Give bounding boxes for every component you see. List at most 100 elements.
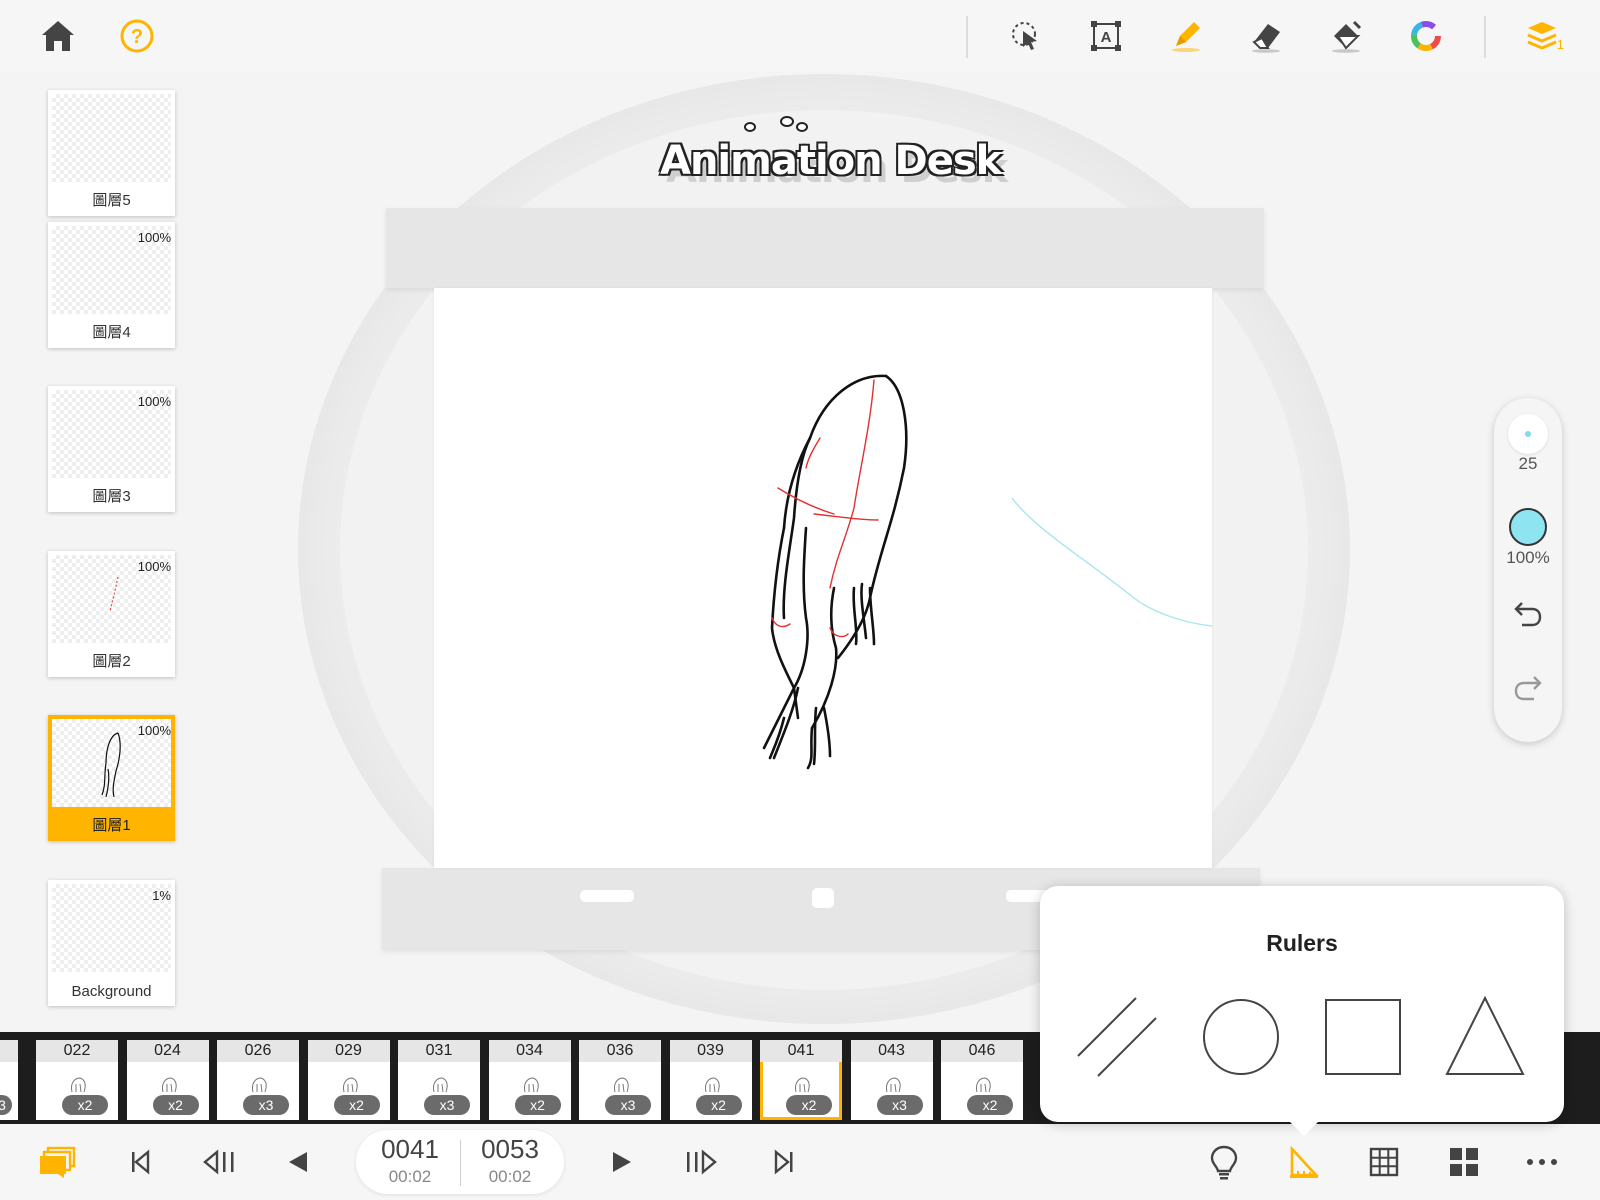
svg-text:A: A <box>1101 29 1112 46</box>
layer-card[interactable]: 100% 圖層3 <box>48 386 175 512</box>
total-frame-number: 0053 <box>481 1134 539 1164</box>
frame-thumbnail-active[interactable]: 041 x2 <box>760 1040 842 1120</box>
frame-duration-badge: x2 <box>62 1095 108 1115</box>
more-options-button[interactable] <box>1518 1138 1566 1186</box>
lasso-select-button[interactable] <box>1004 14 1048 58</box>
brush-size-button[interactable] <box>1508 414 1548 454</box>
layer-opacity: 100% <box>137 230 171 245</box>
eraser-button[interactable] <box>1244 14 1288 58</box>
play-button[interactable] <box>598 1138 646 1186</box>
frame-thumbnail[interactable]: 039 x2 <box>669 1040 752 1120</box>
layer-card[interactable]: 圖層5 <box>48 90 175 216</box>
peg-hole <box>812 888 834 908</box>
frame-counter[interactable]: 0041 00:02 0053 00:02 <box>356 1130 564 1194</box>
redo-button[interactable] <box>1508 668 1548 708</box>
rulers-button[interactable] <box>1280 1138 1328 1186</box>
layer-card[interactable]: 100% 圖層2 <box>48 551 175 677</box>
layer-opacity: 100% <box>137 394 171 409</box>
last-frame-button[interactable] <box>760 1138 808 1186</box>
frame-sketch-preview <box>252 1077 267 1093</box>
scenes-stack-icon <box>40 1146 76 1178</box>
skip-to-start-icon <box>132 1149 150 1175</box>
top-peg-bar <box>386 208 1264 288</box>
frame-number: 022 <box>36 1040 118 1062</box>
color-picker-button[interactable] <box>1404 14 1448 58</box>
frame-sketch-preview <box>614 1077 629 1093</box>
lightbulb-icon <box>1210 1145 1238 1180</box>
rulers-popover: Rulers <box>1040 886 1564 1136</box>
home-button[interactable] <box>36 14 80 58</box>
brush-opacity-value: 100% <box>1506 548 1550 567</box>
layers-button[interactable]: 1 <box>1522 14 1566 58</box>
frame-thumbnail[interactable]: 024 x2 <box>126 1040 209 1120</box>
current-frame-group: 0041 00:02 <box>362 1134 458 1187</box>
next-frame-button[interactable] <box>678 1138 726 1186</box>
layer-opacity: 100% <box>137 559 171 574</box>
drawing-canvas[interactable] <box>434 288 1213 868</box>
circle-ruler-option[interactable] <box>1196 992 1286 1082</box>
play-reverse-icon <box>289 1152 307 1172</box>
toolbar-divider <box>1484 16 1486 58</box>
play-icon <box>613 1152 631 1172</box>
frame-duration-badge: x3 <box>605 1095 651 1115</box>
pen-tool-icon <box>1172 22 1200 52</box>
layer-name: 圖層1 <box>92 817 131 834</box>
parallel-ruler-option[interactable] <box>1074 992 1164 1082</box>
overview-button[interactable] <box>1440 1138 1488 1186</box>
frame-thumbnail[interactable]: 043 x3 <box>850 1040 933 1120</box>
frame-thumbnail[interactable]: 031 x3 <box>398 1040 480 1120</box>
layer-card-active[interactable]: 100% 圖層1 <box>48 715 175 841</box>
frame-sketch-preview <box>704 1077 720 1093</box>
frame-thumbnail[interactable]: 026 x3 <box>217 1040 299 1120</box>
frame-duration-badge: x3 <box>243 1095 289 1115</box>
triangle-ruler-icon <box>1445 995 1525 1075</box>
previous-frame-button[interactable] <box>196 1138 244 1186</box>
frame-sketch-preview <box>71 1077 86 1093</box>
frame-thumbnail[interactable]: 029 x2 <box>307 1040 390 1120</box>
layer-name: 圖層5 <box>92 192 131 209</box>
layers-panel: 圖層5 100% 圖層4 100% 圖層3 100% 圖層2 100% 圖層1 … <box>0 72 230 1032</box>
first-frame-button[interactable] <box>116 1138 164 1186</box>
frame-thumbnail[interactable]: 022 x2 <box>36 1040 118 1120</box>
onion-skin-button[interactable] <box>1200 1138 1248 1186</box>
bottom-toolbar <box>0 1124 1600 1200</box>
parallel-lines-ruler-icon <box>1077 997 1157 1077</box>
circle-ruler-icon <box>1203 999 1279 1075</box>
app-logo: Animation Desk <box>650 116 1010 196</box>
triangle-ruler-option[interactable] <box>1440 992 1530 1082</box>
frame-number: 024 <box>126 1040 209 1062</box>
pen-tool-button[interactable] <box>1164 14 1208 58</box>
layer-name: Background <box>71 983 152 1000</box>
layer-name: 圖層3 <box>92 488 131 505</box>
home-icon <box>42 21 74 51</box>
fill-bucket-button[interactable] <box>1324 14 1368 58</box>
square-ruler-icon <box>1325 999 1401 1075</box>
frame-duration-badge: x2 <box>967 1095 1013 1115</box>
play-reverse-button[interactable] <box>274 1138 322 1186</box>
frame-thumbnail[interactable]: 036 x3 <box>579 1040 661 1120</box>
scenes-button[interactable] <box>34 1138 82 1186</box>
undo-button[interactable] <box>1508 594 1548 634</box>
text-tool-icon: A <box>1091 21 1121 51</box>
layer-opacity: 1% <box>152 888 171 903</box>
logo-text: Animation Desk <box>660 138 1002 184</box>
frame-thumbnail[interactable]: 034 x2 <box>488 1040 571 1120</box>
light-table-stage: Animation Desk <box>0 0 1600 1040</box>
layer-card-background[interactable]: 1% Background <box>48 880 175 1006</box>
square-ruler-option[interactable] <box>1318 992 1408 1082</box>
total-frame-group: 0053 00:02 <box>462 1134 558 1187</box>
frame-thumbnail[interactable]: 3 <box>0 1040 18 1120</box>
frame-number: 034 <box>488 1040 571 1062</box>
text-tool-button[interactable]: A <box>1084 14 1128 58</box>
logo-bubble <box>780 116 794 127</box>
frame-sketch-preview <box>523 1077 539 1093</box>
layer-card[interactable]: 100% 圖層4 <box>48 222 175 348</box>
undo-icon <box>1514 602 1542 627</box>
fill-bucket-icon <box>1332 20 1362 53</box>
grid-button[interactable] <box>1360 1138 1408 1186</box>
frame-thumbnail[interactable]: 046 x2 <box>941 1040 1023 1120</box>
current-frame-time: 00:02 <box>388 1167 432 1186</box>
brush-color-swatch[interactable] <box>1509 508 1547 546</box>
brush-settings-panel: 25 100% <box>1494 398 1562 742</box>
help-button[interactable]: ? <box>115 14 159 58</box>
